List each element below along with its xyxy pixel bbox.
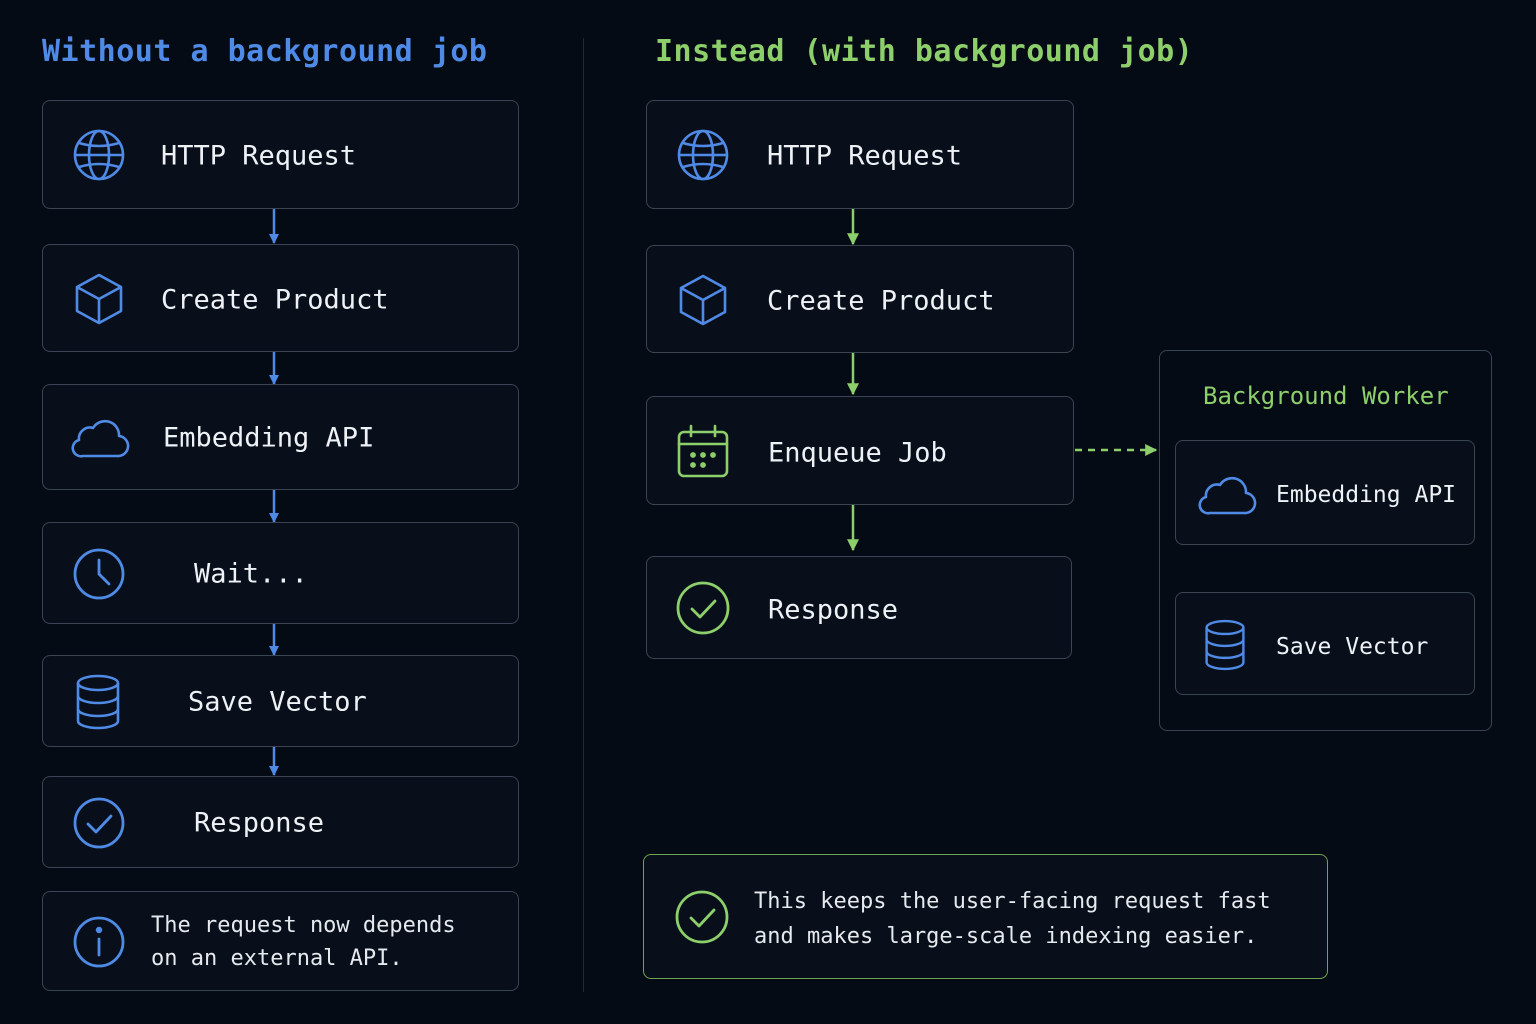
worker-step-embedding-api: Embedding API bbox=[1175, 440, 1475, 545]
worker-title: Background Worker bbox=[1203, 382, 1449, 410]
globe-icon bbox=[71, 127, 127, 183]
right-note: This keeps the user-facing request fast … bbox=[643, 854, 1328, 979]
step-label: Save Vector bbox=[1276, 634, 1429, 660]
calendar-icon bbox=[675, 423, 731, 479]
cloud-icon bbox=[1196, 467, 1258, 523]
left-heading: Without a background job bbox=[42, 34, 488, 69]
left-step-embedding-api: Embedding API bbox=[42, 384, 519, 490]
right-step-enqueue-job: Enqueue Job bbox=[646, 396, 1074, 505]
check-circle-icon bbox=[71, 795, 127, 851]
clock-icon bbox=[71, 546, 127, 602]
cloud-icon bbox=[69, 410, 131, 466]
column-divider bbox=[583, 38, 584, 992]
check-circle-icon bbox=[674, 889, 730, 945]
step-label: Enqueue Job bbox=[768, 437, 947, 469]
info-icon bbox=[71, 914, 127, 970]
step-label: Wait... bbox=[194, 558, 308, 590]
note-line-1: The request now depends bbox=[151, 913, 456, 938]
note-line-2: on an external API. bbox=[151, 946, 403, 971]
left-note: The request now depends on an external A… bbox=[42, 891, 519, 991]
left-step-wait: Wait... bbox=[42, 522, 519, 624]
note-text: The request now depends on an external A… bbox=[151, 909, 456, 975]
right-step-http-request: HTTP Request bbox=[646, 100, 1074, 209]
step-label: Save Vector bbox=[188, 686, 367, 718]
step-label: Embedding API bbox=[1276, 482, 1457, 508]
right-heading: Instead (with background job) bbox=[655, 34, 1194, 69]
note-line-1: This keeps the user-facing request fast bbox=[754, 889, 1271, 914]
database-icon bbox=[1202, 617, 1248, 673]
database-icon bbox=[73, 674, 123, 730]
step-label: Response bbox=[768, 594, 899, 626]
globe-icon bbox=[675, 127, 731, 183]
left-step-save-vector: Save Vector bbox=[42, 655, 519, 747]
cube-icon bbox=[71, 271, 127, 327]
left-step-response: Response bbox=[42, 776, 519, 868]
step-label: Create Product bbox=[161, 284, 389, 316]
step-label: Response bbox=[194, 807, 325, 839]
worker-step-save-vector: Save Vector bbox=[1175, 592, 1475, 695]
step-label: Create Product bbox=[767, 285, 995, 317]
note-text: This keeps the user-facing request fast … bbox=[754, 884, 1271, 954]
left-step-http-request: HTTP Request bbox=[42, 100, 519, 209]
check-circle-icon bbox=[675, 580, 731, 636]
step-label: HTTP Request bbox=[161, 140, 357, 172]
note-line-2: and makes large-scale indexing easier. bbox=[754, 924, 1258, 949]
right-step-response: Response bbox=[646, 556, 1072, 659]
step-label: Embedding API bbox=[163, 422, 375, 454]
left-step-create-product: Create Product bbox=[42, 244, 519, 352]
cube-icon bbox=[675, 272, 731, 328]
right-step-create-product: Create Product bbox=[646, 245, 1074, 353]
step-label: HTTP Request bbox=[767, 140, 963, 172]
